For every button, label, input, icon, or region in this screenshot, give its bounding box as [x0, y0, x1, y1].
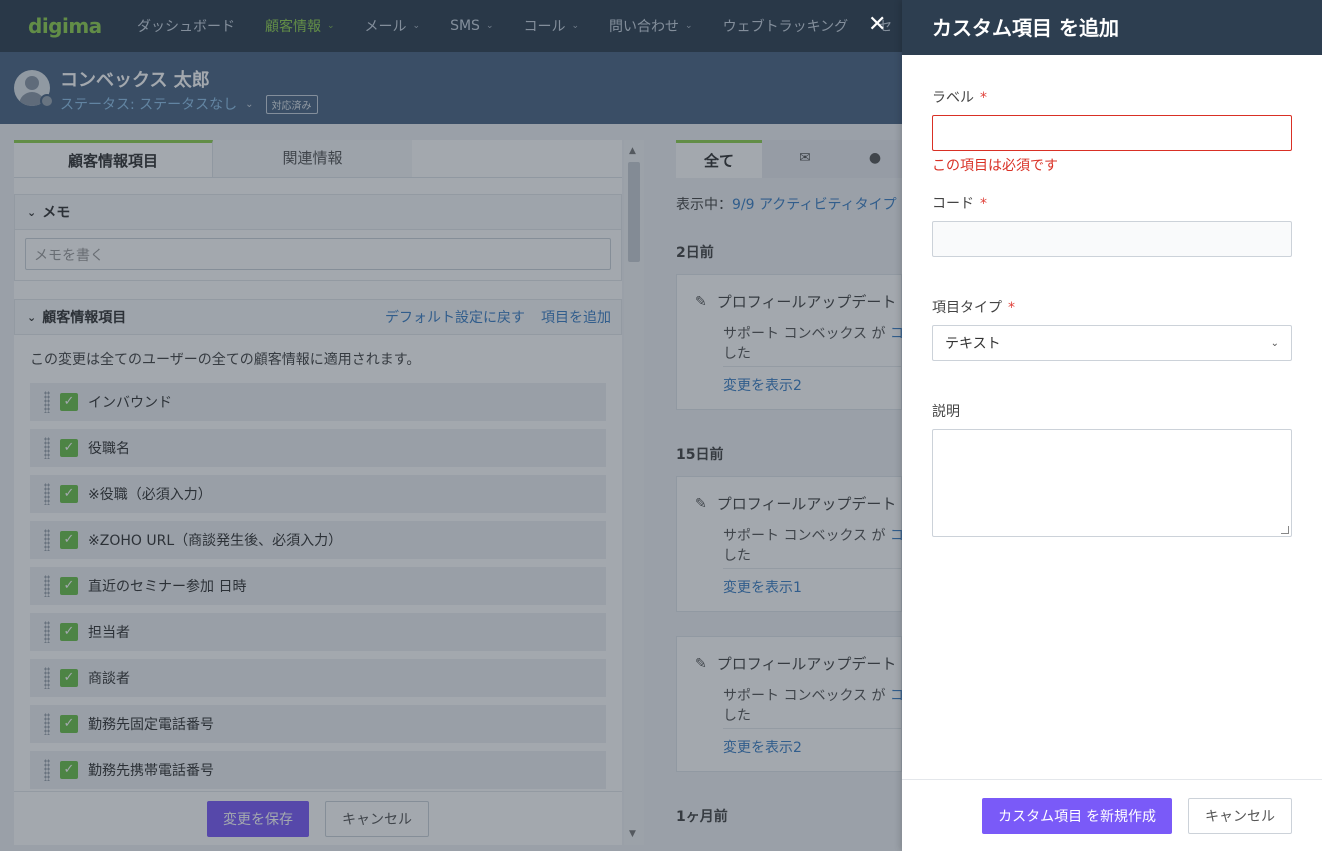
code-field-label: コード *: [932, 193, 1292, 213]
code-text: コード: [932, 196, 974, 212]
type-field-label: 項目タイプ *: [932, 297, 1292, 317]
required-mark: *: [980, 196, 987, 212]
label-error-message: この項目は必須です: [932, 158, 1058, 174]
modal-backdrop[interactable]: [0, 0, 902, 851]
drawer-title: カスタム項目 を追加: [902, 0, 1322, 55]
desc-field-label: 説明: [932, 401, 1292, 421]
add-custom-field-drawer: カスタム項目 を追加 ラベル * この項目は必須です コード * 項目タイプ * テキ…: [902, 0, 1322, 851]
close-icon[interactable]: ✕: [868, 12, 886, 37]
code-input[interactable]: [932, 221, 1292, 257]
chevron-down-icon: ⌄: [1270, 337, 1279, 349]
custom-field-form: ラベル * この項目は必須です コード * 項目タイプ * テキスト ⌄ 説明: [902, 87, 1322, 537]
field-type-value: テキスト: [945, 336, 1001, 352]
label-text: ラベル: [932, 90, 974, 106]
description-textarea[interactable]: [932, 429, 1292, 537]
drawer-cancel-button[interactable]: キャンセル: [1188, 797, 1292, 834]
required-mark: *: [1008, 300, 1015, 316]
desc-text: 説明: [932, 404, 960, 420]
label-input[interactable]: [932, 115, 1292, 151]
type-text: 項目タイプ: [932, 300, 1002, 316]
field-type-select[interactable]: テキスト ⌄: [932, 325, 1292, 361]
resize-handle-icon[interactable]: [1281, 526, 1289, 534]
label-field-label: ラベル *: [932, 87, 1292, 107]
required-mark: *: [980, 90, 987, 106]
drawer-footer: カスタム項目 を新規作成 キャンセル: [902, 779, 1322, 851]
create-custom-field-button[interactable]: カスタム項目 を新規作成: [982, 797, 1172, 834]
